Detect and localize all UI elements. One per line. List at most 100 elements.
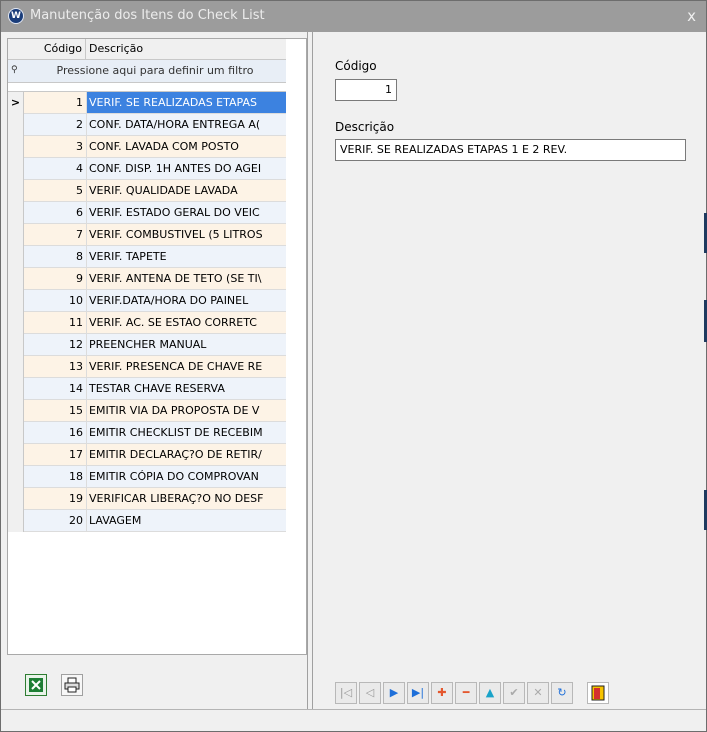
cell-codigo[interactable]: 17	[24, 444, 87, 465]
row-indicator[interactable]	[8, 290, 24, 312]
cell-codigo[interactable]: 8	[24, 246, 87, 267]
table-row[interactable]: 19 VERIFICAR LIBERAÇ?O NO DESF	[8, 488, 286, 510]
table-row[interactable]: 7 VERIF. COMBUSTIVEL (5 LITROS	[8, 224, 286, 246]
filter-row[interactable]: ⚲ Pressione aqui para definir um filtro	[8, 60, 286, 83]
table-row[interactable]: 12 PREENCHER MANUAL	[8, 334, 286, 356]
cell-codigo[interactable]: 9	[24, 268, 87, 289]
table-row[interactable]: 11 VERIF. AC. SE ESTAO CORRETC	[8, 312, 286, 334]
row-indicator[interactable]	[8, 334, 24, 356]
cell-descricao[interactable]: CONF. LAVADA COM POSTO	[87, 136, 286, 157]
table-row[interactable]: 6 VERIF. ESTADO GERAL DO VEIC	[8, 202, 286, 224]
cell-descricao[interactable]: VERIF. ANTENA DE TETO (SE TI\	[87, 268, 286, 289]
title-bar[interactable]: W Manutenção dos Itens do Check List x	[1, 1, 706, 32]
cell-codigo[interactable]: 11	[24, 312, 87, 333]
cell-codigo[interactable]: 3	[24, 136, 87, 157]
row-indicator[interactable]	[8, 466, 24, 488]
excel-export-icon[interactable]	[25, 674, 47, 696]
row-indicator[interactable]	[8, 400, 24, 422]
column-header-descricao[interactable]: Descrição	[87, 39, 286, 59]
refresh-button[interactable]: ↻	[551, 682, 573, 704]
row-indicator[interactable]	[8, 444, 24, 466]
row-indicator[interactable]	[8, 510, 24, 532]
descricao-field[interactable]: VERIF. SE REALIZADAS ETAPAS 1 E 2 REV.	[335, 139, 686, 161]
row-indicator[interactable]	[8, 268, 24, 290]
row-indicator[interactable]	[8, 488, 24, 510]
row-indicator[interactable]	[8, 312, 24, 334]
cell-descricao[interactable]: VERIF. AC. SE ESTAO CORRETC	[87, 312, 286, 333]
cell-descricao[interactable]: PREENCHER MANUAL	[87, 334, 286, 355]
table-row[interactable]: 14 TESTAR CHAVE RESERVA	[8, 378, 286, 400]
exit-door-icon[interactable]	[587, 682, 609, 704]
filter-icon[interactable]: ⚲	[11, 65, 18, 75]
print-icon[interactable]	[61, 674, 83, 696]
cell-descricao[interactable]: VERIF. QUALIDADE LAVADA	[87, 180, 286, 201]
edit-record-button[interactable]: ▲	[479, 682, 501, 704]
column-header-codigo[interactable]: Código	[24, 39, 86, 59]
table-row[interactable]: 15 EMITIR VIA DA PROPOSTA DE V	[8, 400, 286, 422]
prior-record-button[interactable]: ◁	[359, 682, 381, 704]
cell-codigo[interactable]: 6	[24, 202, 87, 223]
insert-record-button[interactable]: ✚	[431, 682, 453, 704]
table-row[interactable]: 8 VERIF. TAPETE	[8, 246, 286, 268]
first-record-button[interactable]: |◁	[335, 682, 357, 704]
cell-descricao[interactable]: VERIF. PRESENCA DE CHAVE RE	[87, 356, 286, 377]
close-icon[interactable]: x	[687, 7, 696, 25]
last-record-button[interactable]: ▶|	[407, 682, 429, 704]
cell-codigo[interactable]: 1	[24, 92, 87, 113]
filter-placeholder[interactable]: Pressione aqui para definir um filtro	[24, 60, 286, 82]
cell-descricao[interactable]: VERIF. TAPETE	[87, 246, 286, 267]
cell-codigo[interactable]: 16	[24, 422, 87, 443]
cell-codigo[interactable]: 12	[24, 334, 87, 355]
table-row[interactable]: 3 CONF. LAVADA COM POSTO	[8, 136, 286, 158]
cell-codigo[interactable]: 18	[24, 466, 87, 487]
next-record-button[interactable]: ▶	[383, 682, 405, 704]
cell-descricao[interactable]: VERIFICAR LIBERAÇ?O NO DESF	[87, 488, 286, 509]
row-indicator[interactable]	[8, 136, 24, 158]
table-row[interactable]: 9 VERIF. ANTENA DE TETO (SE TI\	[8, 268, 286, 290]
table-row[interactable]: 20 LAVAGEM	[8, 510, 286, 532]
cell-codigo[interactable]: 4	[24, 158, 87, 179]
cell-codigo[interactable]: 15	[24, 400, 87, 421]
cell-descricao[interactable]: TESTAR CHAVE RESERVA	[87, 378, 286, 399]
cell-codigo[interactable]: 19	[24, 488, 87, 509]
cell-descricao[interactable]: EMITIR VIA DA PROPOSTA DE V	[87, 400, 286, 421]
row-indicator[interactable]	[8, 158, 24, 180]
cell-descricao[interactable]: EMITIR DECLARAÇ?O DE RETIR/	[87, 444, 286, 465]
cell-codigo[interactable]: 13	[24, 356, 87, 377]
row-indicator[interactable]	[8, 224, 24, 246]
cell-descricao[interactable]: VERIF.DATA/HORA DO PAINEL	[87, 290, 286, 311]
row-indicator[interactable]	[8, 246, 24, 268]
row-indicator[interactable]: >	[8, 92, 24, 114]
delete-record-button[interactable]: ━	[455, 682, 477, 704]
table-row[interactable]: 4 CONF. DISP. 1H ANTES DO AGEI	[8, 158, 286, 180]
table-row[interactable]: >1 VERIF. SE REALIZADAS ETAPAS	[8, 92, 286, 114]
table-row[interactable]: 5 VERIF. QUALIDADE LAVADA	[8, 180, 286, 202]
cell-descricao[interactable]: VERIF. ESTADO GERAL DO VEIC	[87, 202, 286, 223]
codigo-field[interactable]: 1	[335, 79, 397, 101]
cell-codigo[interactable]: 5	[24, 180, 87, 201]
table-row[interactable]: 17 EMITIR DECLARAÇ?O DE RETIR/	[8, 444, 286, 466]
cell-descricao[interactable]: LAVAGEM	[87, 510, 286, 531]
cell-descricao[interactable]: EMITIR CÓPIA DO COMPROVAN	[87, 466, 286, 487]
cell-descricao[interactable]: EMITIR CHECKLIST DE RECEBIM	[87, 422, 286, 443]
table-row[interactable]: 10 VERIF.DATA/HORA DO PAINEL	[8, 290, 286, 312]
table-row[interactable]: 13 VERIF. PRESENCA DE CHAVE RE	[8, 356, 286, 378]
row-indicator[interactable]	[8, 378, 24, 400]
cell-codigo[interactable]: 2	[24, 114, 87, 135]
cell-descricao[interactable]: VERIF. SE REALIZADAS ETAPAS	[87, 92, 286, 113]
cell-descricao[interactable]: VERIF. COMBUSTIVEL (5 LITROS	[87, 224, 286, 245]
cell-codigo[interactable]: 20	[24, 510, 87, 531]
table-row[interactable]: 16 EMITIR CHECKLIST DE RECEBIM	[8, 422, 286, 444]
table-row[interactable]: 2 CONF. DATA/HORA ENTREGA A(	[8, 114, 286, 136]
row-indicator[interactable]	[8, 202, 24, 224]
row-indicator[interactable]	[8, 422, 24, 444]
row-indicator[interactable]	[8, 114, 24, 136]
cell-codigo[interactable]: 7	[24, 224, 87, 245]
cell-descricao[interactable]: CONF. DISP. 1H ANTES DO AGEI	[87, 158, 286, 179]
table-row[interactable]: 18 EMITIR CÓPIA DO COMPROVAN	[8, 466, 286, 488]
cancel-record-button[interactable]: ✕	[527, 682, 549, 704]
cell-descricao[interactable]: CONF. DATA/HORA ENTREGA A(	[87, 114, 286, 135]
row-indicator[interactable]	[8, 356, 24, 378]
cell-codigo[interactable]: 14	[24, 378, 87, 399]
row-indicator[interactable]	[8, 180, 24, 202]
